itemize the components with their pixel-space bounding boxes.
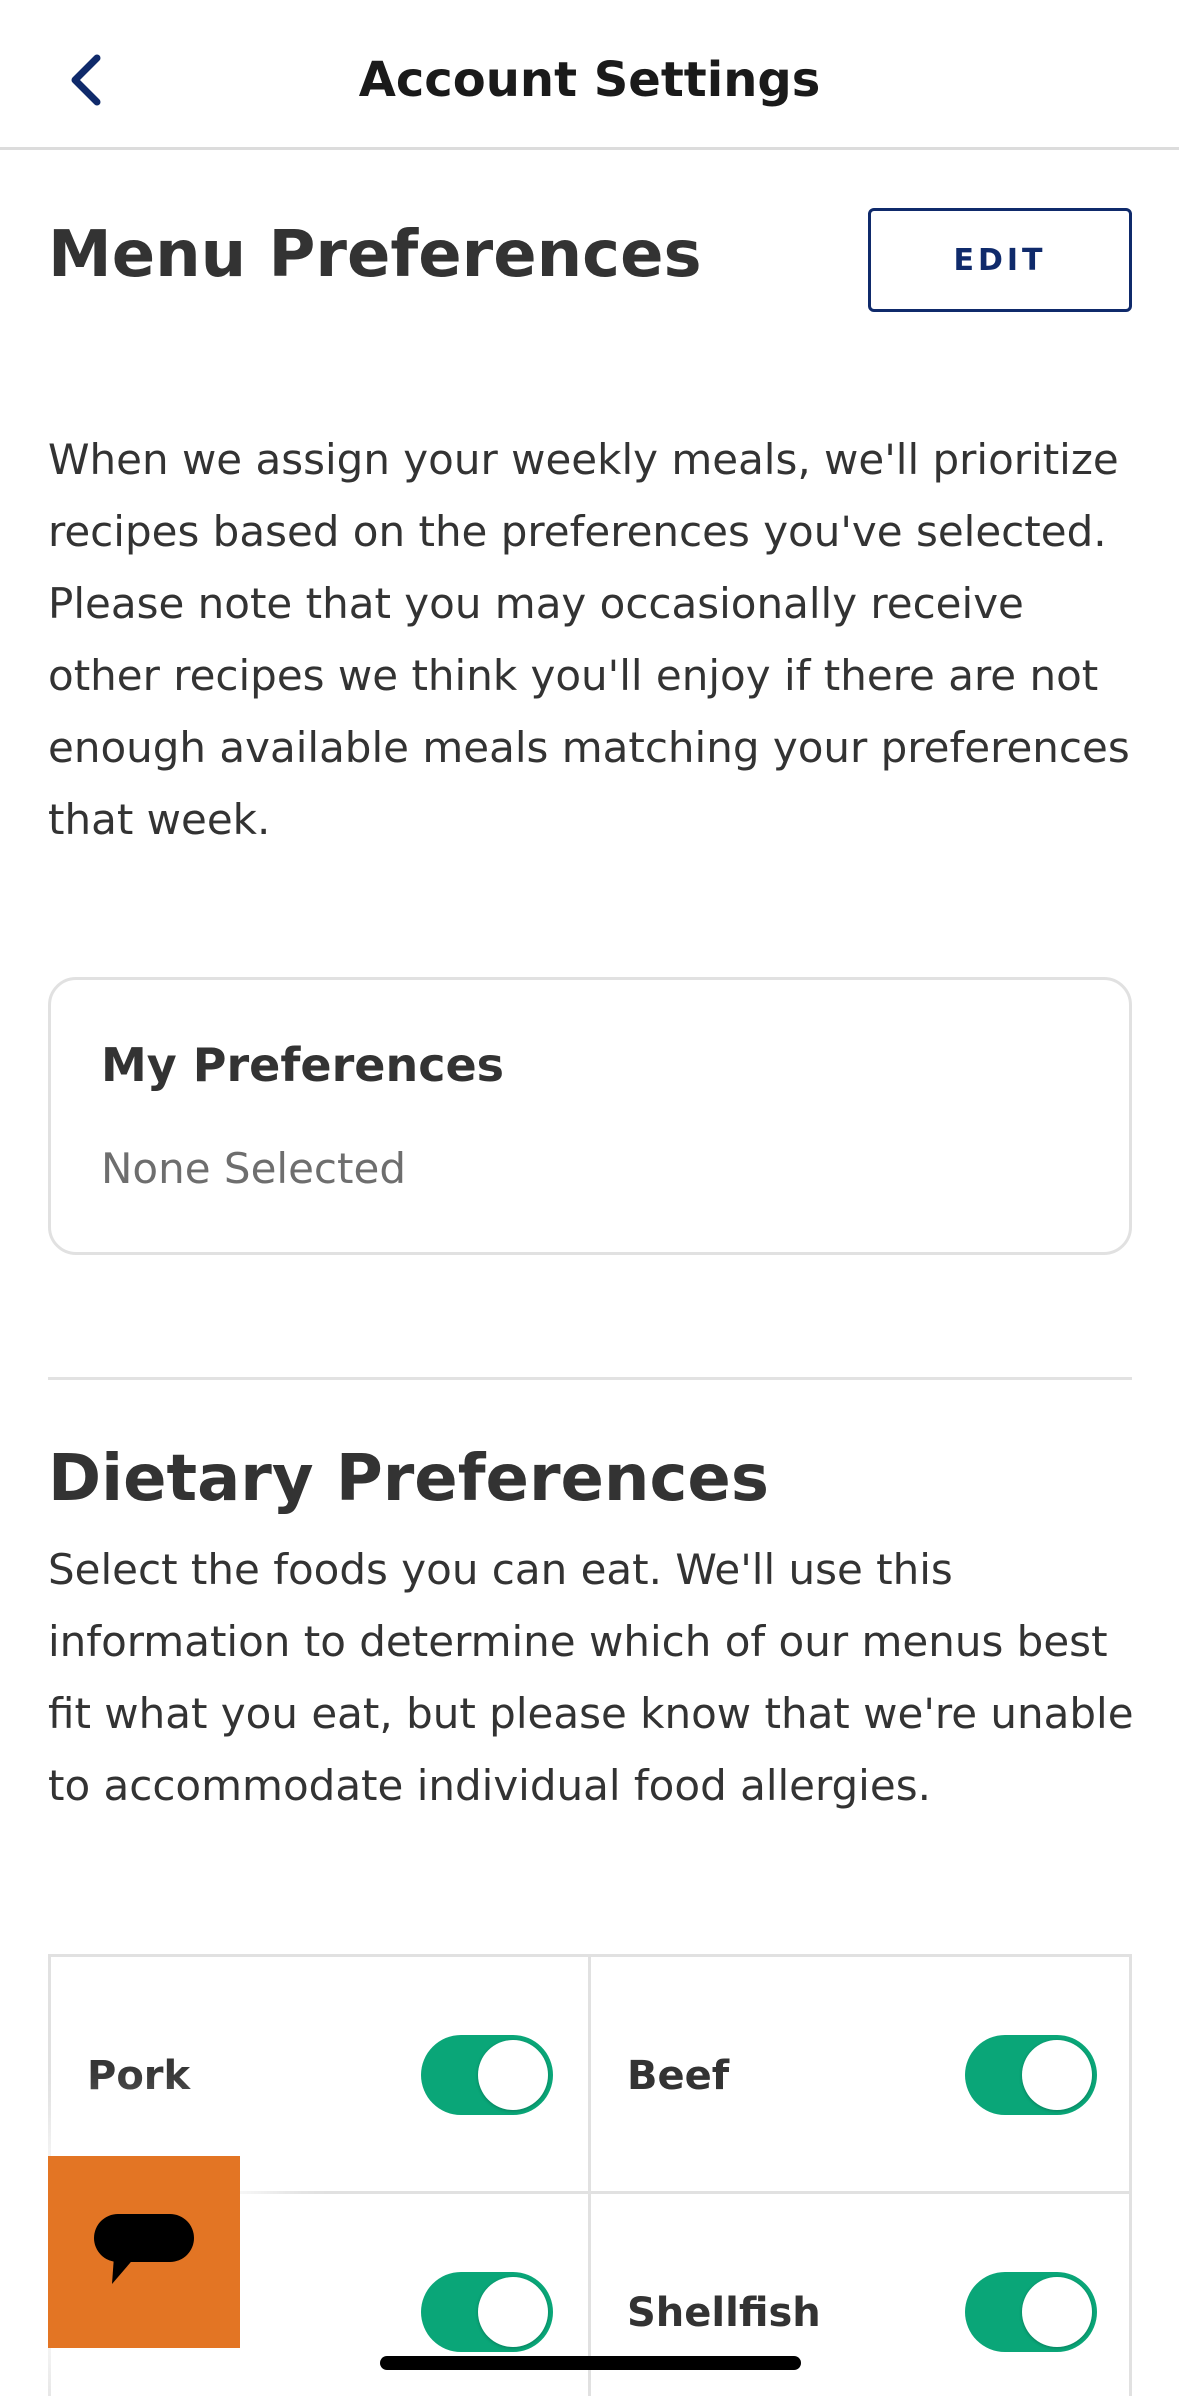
my-preferences-card[interactable]: My Preferences None Selected [48,977,1132,1255]
my-preferences-value: None Selected [101,1144,406,1193]
pork-toggle[interactable] [421,2035,553,2115]
dietary-preferences-description: Select the foods you can eat. We'll use … [48,1545,1134,1810]
toggle-knob [478,2040,548,2110]
section-divider [48,1377,1132,1380]
beef-toggle[interactable] [965,2035,1097,2115]
toggle-knob [478,2277,548,2347]
diet-item-label: Beef [627,2053,730,2099]
diet-item-beef: Beef [591,1957,1131,2194]
account-settings-page: Account Settings Menu Preferences EDIT W… [0,0,1179,2396]
page-title: Account Settings [358,52,821,108]
diet-item-label: Shellfish [627,2290,821,2336]
diet-item-label: Pork [87,2053,191,2099]
toggle-knob [1022,2277,1092,2347]
chat-button[interactable] [48,2156,240,2348]
home-indicator [380,2356,801,2370]
chat-bubble-icon [94,2214,194,2284]
my-preferences-title: My Preferences [101,1038,505,1092]
edit-button[interactable]: EDIT [868,208,1132,312]
shellfish-toggle[interactable] [965,2272,1097,2352]
menu-preferences-description: When we assign your weekly meals, we'll … [48,435,1130,844]
toggle-knob [1022,2040,1092,2110]
menu-preferences-heading: Menu Preferences [48,218,702,292]
dietary-preferences-heading: Dietary Preferences [48,1442,769,1516]
top-bar: Account Settings [0,0,1179,150]
hidden-item-toggle[interactable] [421,2272,553,2352]
